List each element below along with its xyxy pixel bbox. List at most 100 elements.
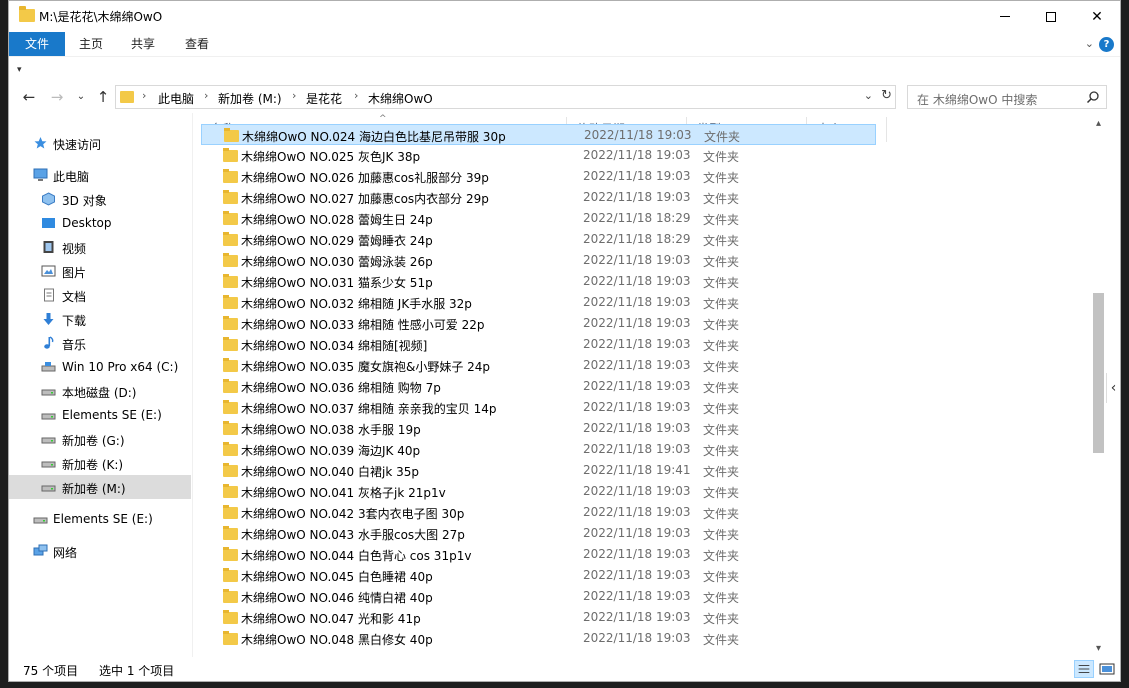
- sidebar-item-network[interactable]: 网络: [9, 539, 191, 563]
- breadcrumb-separator-icon[interactable]: ›: [142, 89, 146, 102]
- close-icon: ✕: [1091, 8, 1103, 25]
- sidebar-item-elements-se[interactable]: Elements SE (E:): [9, 507, 191, 531]
- file-date: 2022/11/18 19:03: [583, 316, 691, 330]
- file-type: 文件夹: [703, 297, 740, 311]
- tab-view[interactable]: 查看: [177, 32, 217, 56]
- table-row[interactable]: 木绵绵OwO NO.034 绵相随[视频] 2022/11/18 19:03 文件夹: [201, 334, 891, 355]
- recent-locations-chevron-icon[interactable]: ⌄: [71, 87, 91, 107]
- explorer-window: M:\是花花\木绵绵OwO ✕ 文件 主页 共享 查看 ⌄ ? ▾ ← → ⌄ …: [8, 0, 1121, 682]
- file-name: 木绵绵OwO NO.029 蕾姆睡衣 24p: [241, 234, 433, 248]
- table-row[interactable]: 木绵绵OwO NO.048 黑白修女 40p 2022/11/18 19:03 文件…: [201, 628, 891, 649]
- sidebar-item-pictures[interactable]: 图片: [9, 259, 191, 283]
- table-row[interactable]: 木绵绵OwO NO.028 蕾姆生日 24p 2022/11/18 18:29 文件…: [201, 208, 891, 229]
- table-row[interactable]: 木绵绵OwO NO.030 蕾姆泳装 26p 2022/11/18 19:03 文件…: [201, 250, 891, 271]
- sidebar-item-drive-g[interactable]: 新加卷 (G:): [9, 427, 191, 451]
- sidebar-item-3d-objects[interactable]: 3D 对象: [9, 187, 191, 211]
- pane-divider[interactable]: [192, 113, 193, 657]
- folder-icon: [223, 568, 238, 582]
- search-input[interactable]: 在 木绵绵OwO 中搜索: [907, 85, 1107, 109]
- table-row[interactable]: 木绵绵OwO NO.047 光和影 41p 2022/11/18 19:03 文件夹: [201, 607, 891, 628]
- sidebar-item-drive-d[interactable]: 本地磁盘 (D:): [9, 379, 191, 403]
- customize-toolbar-icon[interactable]: ▾: [17, 65, 25, 75]
- scrollbar-thumb[interactable]: [1093, 293, 1104, 453]
- file-name: 木绵绵OwO NO.028 蕾姆生日 24p: [241, 213, 433, 227]
- tab-home[interactable]: 主页: [71, 32, 111, 56]
- sidebar-item-drive-k[interactable]: 新加卷 (K:): [9, 451, 191, 475]
- sidebar-item-downloads[interactable]: 下载: [9, 307, 191, 331]
- search-icon[interactable]: [1086, 90, 1100, 104]
- sidebar-item-documents[interactable]: 文档: [9, 283, 191, 307]
- file-date: 2022/11/18 19:03: [583, 274, 691, 288]
- drive-icon: [41, 437, 56, 444]
- large-icons-view-icon[interactable]: [1098, 660, 1116, 678]
- file-name: 木绵绵OwO NO.043 水手服cos大图 27p: [241, 528, 465, 542]
- up-button[interactable]: ↑: [93, 87, 113, 107]
- breadcrumb-separator-icon[interactable]: ›: [354, 89, 358, 102]
- table-row[interactable]: 木绵绵OwO NO.032 绵相随 JK手水服 32p 2022/11/18 19…: [201, 292, 891, 313]
- sidebar-item-label: Elements SE (E:): [53, 512, 153, 526]
- sidebar-item-desktop[interactable]: Desktop: [9, 211, 191, 235]
- expand-ribbon-chevron-icon[interactable]: ⌄: [1085, 37, 1094, 50]
- search-placeholder: 在 木绵绵OwO 中搜索: [917, 93, 1038, 107]
- breadcrumb-separator-icon[interactable]: ›: [292, 89, 296, 102]
- table-row[interactable]: 木绵绵OwO NO.044 白色背心 cos 31p1v 2022/11/18 1…: [201, 544, 891, 565]
- table-row[interactable]: 木绵绵OwO NO.033 绵相随 性感小可爱 22p 2022/11/18 19…: [201, 313, 891, 334]
- tab-file[interactable]: 文件: [9, 32, 65, 56]
- breadcrumb-current[interactable]: 木绵绵OwO: [368, 90, 433, 107]
- maximize-button[interactable]: [1028, 1, 1074, 32]
- network-icon: [33, 544, 48, 556]
- table-row[interactable]: 木绵绵OwO NO.043 水手服cos大图 27p 2022/11/18 19:…: [201, 523, 891, 544]
- tab-share[interactable]: 共享: [123, 32, 163, 56]
- collapse-panel-chevron-icon[interactable]: ‹: [1106, 373, 1120, 403]
- vertical-scrollbar[interactable]: ▴ ▾: [1090, 115, 1107, 657]
- breadcrumb-drive-m[interactable]: 新加卷 (M:): [218, 90, 282, 107]
- file-date: 2022/11/18 19:03: [583, 631, 691, 645]
- sidebar-item-drive-m[interactable]: 新加卷 (M:): [9, 475, 191, 499]
- table-row[interactable]: 木绵绵OwO NO.045 白色睡裙 40p 2022/11/18 19:03 文件…: [201, 565, 891, 586]
- table-row[interactable]: 木绵绵OwO NO.025 灰色JK 38p 2022/11/18 19:03 文件…: [201, 145, 891, 166]
- sidebar-item-drive-e[interactable]: Elements SE (E:): [9, 403, 191, 427]
- table-row[interactable]: 木绵绵OwO NO.040 白裙jk 35p 2022/11/18 19:41 文件…: [201, 460, 891, 481]
- sidebar-item-this-pc[interactable]: 此电脑: [9, 163, 191, 187]
- table-row[interactable]: 木绵绵OwO NO.039 海边JK 40p 2022/11/18 19:03 文件…: [201, 439, 891, 460]
- address-bar[interactable]: › 此电脑 › 新加卷 (M:) › 是花花 › 木绵绵OwO ⌄ ↻: [115, 85, 896, 109]
- file-type: 文件夹: [703, 507, 740, 521]
- details-view-icon[interactable]: [1074, 660, 1094, 678]
- breadcrumb-folder[interactable]: 是花花: [306, 90, 342, 107]
- file-date: 2022/11/18 19:03: [583, 190, 691, 204]
- sidebar-item-drive-c[interactable]: Win 10 Pro x64 (C:): [9, 355, 191, 379]
- breadcrumb-this-pc[interactable]: 此电脑: [158, 90, 194, 107]
- table-row[interactable]: 木绵绵OwO NO.035 魔女旗袍&小野妹子 24p 2022/11/18 19…: [201, 355, 891, 376]
- forward-button[interactable]: →: [47, 87, 67, 107]
- sidebar-item-music[interactable]: 音乐: [9, 331, 191, 355]
- table-row[interactable]: 木绵绵OwO NO.026 加藤惠cos礼服部分 39p 2022/11/18 1…: [201, 166, 891, 187]
- table-row[interactable]: 木绵绵OwO NO.027 加藤惠cos内衣部分 29p 2022/11/18 1…: [201, 187, 891, 208]
- table-row[interactable]: 木绵绵OwO NO.031 猫系少女 51p 2022/11/18 19:03 文件…: [201, 271, 891, 292]
- table-row[interactable]: 木绵绵OwO NO.036 绵相随 购物 7p 2022/11/18 19:03 文…: [201, 376, 891, 397]
- scroll-down-icon[interactable]: ▾: [1090, 640, 1107, 657]
- close-button[interactable]: ✕: [1074, 1, 1120, 32]
- folder-icon: [223, 274, 238, 288]
- file-type: 文件夹: [703, 192, 740, 206]
- back-button[interactable]: ←: [19, 87, 39, 107]
- drive-icon: [41, 461, 56, 468]
- table-row[interactable]: 木绵绵OwO NO.046 纯情白裙 40p 2022/11/18 19:03 文件…: [201, 586, 891, 607]
- refresh-icon[interactable]: ↻: [881, 88, 892, 103]
- table-row[interactable]: 木绵绵OwO NO.042 3套内衣电子图 30p 2022/11/18 19:0…: [201, 502, 891, 523]
- breadcrumb-separator-icon[interactable]: ›: [204, 89, 208, 102]
- table-row[interactable]: 木绵绵OwO NO.029 蕾姆睡衣 24p 2022/11/18 18:29 文件…: [201, 229, 891, 250]
- sidebar-item-quick-access[interactable]: 快速访问: [9, 131, 191, 155]
- address-history-chevron-icon[interactable]: ⌄: [864, 89, 873, 102]
- table-row[interactable]: 木绵绵OwO NO.024 海边白色比基尼吊带服 30p 2022/11/18 1…: [201, 124, 876, 145]
- file-name: 木绵绵OwO NO.044 白色背心 cos 31p1v: [241, 549, 472, 563]
- file-date: 2022/11/18 19:03: [583, 253, 691, 267]
- table-row[interactable]: 木绵绵OwO NO.041 灰格子jk 21p1v 2022/11/18 19:0…: [201, 481, 891, 502]
- sidebar-item-videos[interactable]: 视频: [9, 235, 191, 259]
- minimize-button[interactable]: [982, 1, 1028, 32]
- scroll-up-icon[interactable]: ▴: [1090, 115, 1107, 132]
- table-row[interactable]: 木绵绵OwO NO.037 绵相随 亲亲我的宝贝 14p 2022/11/18 1…: [201, 397, 891, 418]
- help-icon[interactable]: ?: [1099, 37, 1114, 52]
- table-row[interactable]: 木绵绵OwO NO.038 水手服 19p 2022/11/18 19:03 文件夹: [201, 418, 891, 439]
- file-date: 2022/11/18 19:03: [583, 547, 691, 561]
- file-date: 2022/11/18 19:03: [583, 484, 691, 498]
